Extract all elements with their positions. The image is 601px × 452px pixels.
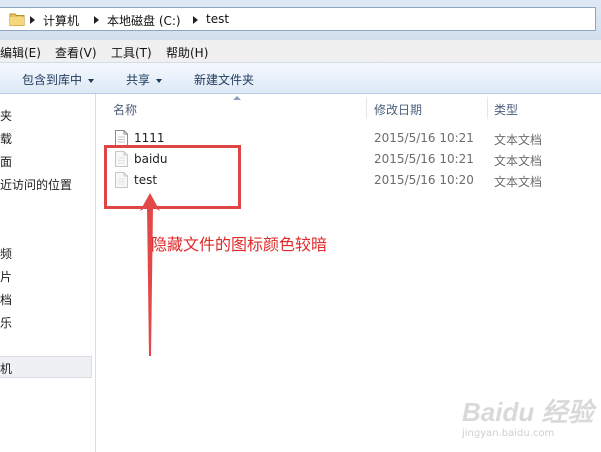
nav-selection-highlight — [0, 356, 92, 378]
arrow-up-icon — [140, 193, 160, 361]
breadcrumb-separator-icon[interactable] — [30, 16, 35, 24]
nav-item-desktop[interactable]: 面 — [0, 153, 12, 170]
breadcrumb-separator-icon[interactable] — [193, 16, 198, 24]
nav-item-music[interactable]: 乐 — [0, 314, 12, 331]
nav-item-documents[interactable]: 档 — [0, 291, 12, 308]
menu-view[interactable]: 查看(V) — [55, 44, 97, 61]
highlight-box — [104, 145, 241, 209]
watermark-url: jingyan.baidu.com — [462, 428, 555, 439]
new-folder-button[interactable]: 新建文件夹 — [194, 71, 254, 88]
folder-icon — [9, 12, 25, 29]
column-header-name[interactable]: 名称 — [113, 101, 137, 118]
column-divider[interactable] — [487, 97, 488, 119]
navigation-pane: 夹 载 面 近访问的位置 频 片 档 乐 机 — [0, 94, 96, 452]
menu-edit[interactable]: 编辑(E) — [0, 44, 41, 61]
chevron-down-icon — [88, 78, 95, 83]
nav-item-downloads[interactable]: 载 — [0, 130, 12, 147]
nav-item-favorites[interactable]: 夹 — [0, 107, 12, 124]
column-divider[interactable] — [366, 97, 367, 119]
nav-item-pictures[interactable]: 片 — [0, 268, 12, 285]
share-button[interactable]: 共享 — [126, 71, 163, 88]
address-bar[interactable]: 计算机 本地磁盘 (C:) test — [0, 7, 596, 31]
nav-item-recent-places[interactable]: 近访问的位置 — [0, 176, 72, 193]
file-type: 文本文档 — [494, 154, 543, 168]
menu-tools[interactable]: 工具(T) — [111, 44, 152, 61]
breadcrumb-separator-icon[interactable] — [94, 16, 99, 24]
chevron-down-icon — [156, 78, 163, 83]
menu-bar: 编辑(E) 查看(V) 工具(T) 帮助(H) — [0, 40, 601, 63]
watermark-logo: Baidu 经验 — [462, 397, 594, 427]
include-in-library-button[interactable]: 包含到库中 — [22, 71, 95, 88]
sort-ascending-icon — [233, 96, 241, 100]
file-modified: 2015/5/16 10:21 — [374, 131, 474, 145]
nav-item-computer[interactable]: 机 — [0, 360, 12, 377]
address-bar-area: 计算机 本地磁盘 (C:) test — [0, 0, 601, 40]
column-header-type[interactable]: 类型 — [494, 101, 518, 118]
command-bar: 包含到库中 共享 新建文件夹 — [0, 63, 601, 94]
share-label: 共享 — [126, 73, 151, 87]
include-in-library-label: 包含到库中 — [22, 73, 83, 87]
breadcrumb-test[interactable]: test — [206, 12, 229, 26]
menu-help[interactable]: 帮助(H) — [166, 44, 208, 61]
breadcrumb-computer[interactable]: 计算机 — [43, 12, 79, 29]
file-name: 1111 — [134, 131, 165, 145]
file-modified: 2015/5/16 10:21 — [374, 152, 474, 166]
breadcrumb-local-disk[interactable]: 本地磁盘 (C:) — [107, 12, 181, 29]
file-type: 文本文档 — [494, 133, 543, 147]
annotation-text: 隐藏文件的图标颜色较暗 — [151, 235, 328, 254]
file-modified: 2015/5/16 10:20 — [374, 173, 474, 187]
baidu-watermark: Baidu 经验 jingyan.baidu.com — [462, 392, 594, 439]
file-type: 文本文档 — [494, 175, 543, 189]
nav-item-videos[interactable]: 频 — [0, 245, 12, 262]
column-header-modified[interactable]: 修改日期 — [374, 101, 422, 118]
